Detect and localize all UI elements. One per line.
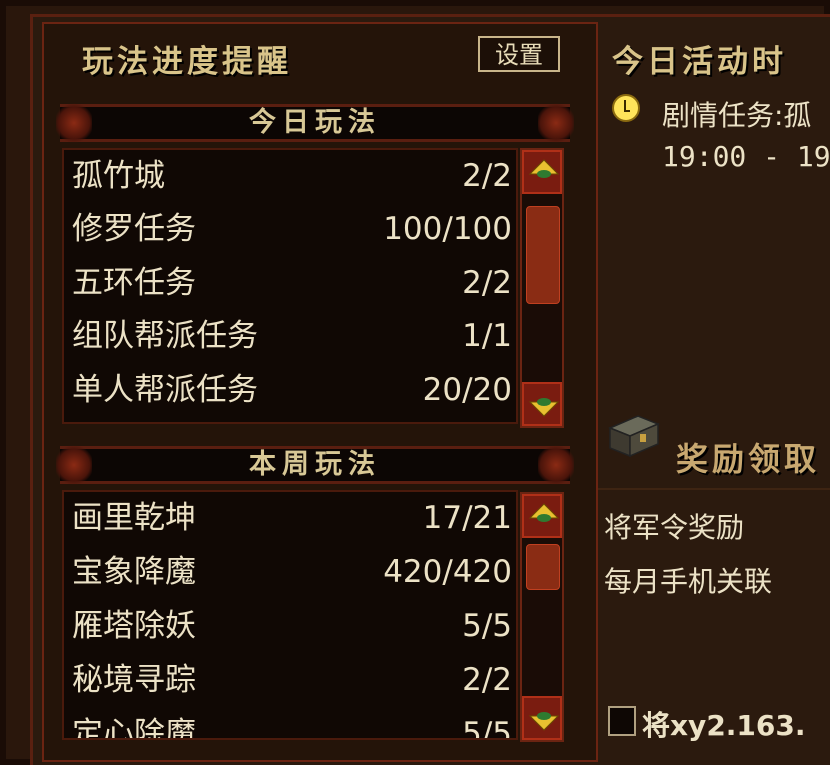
activity-name: 雁塔除妖 (72, 608, 196, 644)
week-list: 画里乾坤 17/21 宝象降魔 420/420 雁塔除妖 5/5 秘境寻踪 2/… (62, 490, 518, 740)
scroll-up-button[interactable] (522, 494, 562, 538)
reward-item-phone-link[interactable]: 每月手机关联 (604, 560, 772, 600)
reward-item-general-token[interactable]: 将军令奖励 (604, 506, 744, 546)
scroll-thumb[interactable] (526, 206, 560, 304)
activity-name: 定心除魔 (72, 716, 196, 740)
chest-icon (608, 415, 660, 458)
week-section-header: 本周玩法 (56, 443, 574, 487)
panel-title: 玩法进度提醒 (82, 44, 292, 80)
week-section-title: 本周玩法 (249, 449, 381, 480)
activity-progress: 2/2 (462, 265, 512, 301)
activity-progress: 100/100 (383, 211, 512, 247)
activity-progress: 5/5 (462, 608, 512, 644)
activity-progress: 1/1 (462, 318, 512, 354)
scroll-down-button[interactable] (522, 382, 562, 426)
activity-progress: 20/20 (422, 372, 512, 408)
clock-icon (612, 94, 640, 122)
scroll-up-button[interactable] (522, 150, 562, 194)
checkbox-label: 将xy2.163. (642, 709, 806, 742)
activity-name: 组队帮派任务 (72, 318, 258, 354)
reward-title: 奖励领取 (676, 440, 821, 478)
activity-progress: 2/2 (462, 158, 512, 194)
week-scrollbar[interactable] (520, 492, 564, 742)
activity-progress: 420/420 (383, 554, 512, 590)
list-item: 五环任务 2/2 (72, 257, 512, 309)
activity-name: 宝象降魔 (72, 554, 196, 590)
scroll-thumb[interactable] (526, 544, 560, 590)
activity-name: 修罗任务 (72, 211, 196, 247)
activity-name: 画里乾坤 (72, 500, 196, 536)
scroll-down-button[interactable] (522, 696, 562, 740)
list-item: 单人帮派任务 20/20 (72, 364, 512, 416)
list-item: 定心除魔 5/5 (72, 708, 512, 740)
activity-progress: 2/2 (462, 662, 512, 698)
list-item: 组队帮派任务 1/1 (72, 310, 512, 362)
list-item: 画里乾坤 17/21 (72, 492, 512, 544)
today-list: 孤竹城 2/2 修罗任务 100/100 五环任务 2/2 组队帮派任务 1/1… (62, 148, 518, 424)
activity-name: 单人帮派任务 (72, 372, 258, 408)
list-item: 修罗任务 100/100 (72, 203, 512, 255)
arrow-up-icon (528, 503, 560, 522)
activity-schedule-title: 今日活动时 (612, 44, 787, 80)
activity-name: 五环任务 (72, 265, 196, 301)
event-time: 19:00 - 19 (662, 140, 830, 173)
today-section-title: 今日玩法 (249, 107, 381, 138)
event-name[interactable]: 剧情任务:孤 (662, 94, 811, 134)
list-item: 孤竹城 2/2 (72, 150, 512, 202)
arrow-up-icon (528, 159, 560, 178)
today-scrollbar[interactable] (520, 148, 564, 428)
list-item: 宝象降魔 420/420 (72, 546, 512, 598)
activity-name: 孤竹城 (72, 158, 165, 194)
activity-progress: 17/21 (422, 500, 512, 536)
arrow-down-icon (528, 398, 560, 417)
option-checkbox[interactable] (608, 706, 636, 736)
list-item: 雁塔除妖 5/5 (72, 600, 512, 652)
activity-name: 秘境寻踪 (72, 662, 196, 698)
list-item: 秘境寻踪 2/2 (72, 654, 512, 706)
divider (598, 488, 830, 490)
settings-button[interactable]: 设置 (478, 36, 560, 72)
today-section-header: 今日玩法 (56, 101, 574, 145)
arrow-down-icon (528, 712, 560, 731)
activity-progress: 5/5 (462, 716, 512, 740)
